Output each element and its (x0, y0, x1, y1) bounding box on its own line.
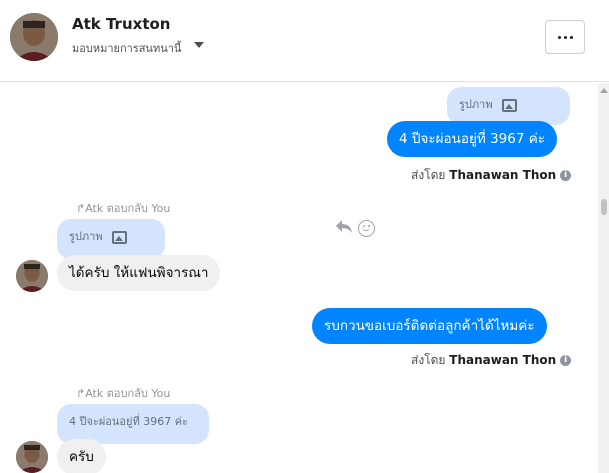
image-icon (112, 230, 128, 244)
dot-icon (563, 35, 567, 39)
incoming-message[interactable]: ได้ครับ ให้แฟนพิจารณา (57, 255, 221, 291)
reply-indicator-text: Atk ตอบกลับ You (85, 202, 171, 215)
dot-icon (569, 35, 573, 39)
reply-indicator-text: Atk ตอบกลับ You (85, 387, 171, 400)
sent-by-label: ส่งโดย Thanawan Thon i (411, 351, 572, 370)
reply-icon[interactable] (334, 218, 354, 234)
dot-icon (557, 35, 561, 39)
incoming-message[interactable]: ครับ (57, 439, 106, 473)
reply-indicator: ↱Atk ตอบกลับ You (76, 384, 170, 402)
quoted-message: 4 ปีจะผ่อนอยู่ที่ 3967 ค่ะ (57, 404, 209, 444)
assign-conversation-link[interactable]: มอบหมายการสนทนานี้ (72, 39, 181, 57)
chevron-down-icon[interactable] (194, 42, 204, 48)
quoted-text: รูปภาพ (69, 230, 103, 243)
sender-name: Thanawan Thon (449, 168, 557, 182)
message-thread: รูปภาพ 4 ปีจะผ่อนอยู่ที่ 3967 ค่ะ ส่งโดย… (0, 83, 598, 473)
more-options-button[interactable] (545, 20, 585, 54)
sender-name: Thanawan Thon (449, 353, 557, 367)
scroll-up-icon[interactable] (600, 88, 608, 93)
scrollbar-thumb[interactable] (601, 199, 607, 215)
reply-arrow-icon: ↱ (76, 202, 86, 215)
sent-by-prefix: ส่งโดย (411, 168, 446, 182)
info-icon[interactable]: i (560, 170, 572, 181)
info-icon[interactable]: i (560, 355, 572, 366)
outgoing-message[interactable]: รบกวนขอเบอร์ติดต่อลูกค้าได้ไหมค่ะ (312, 308, 547, 344)
quoted-message: รูปภาพ (57, 219, 165, 259)
scrollbar[interactable] (598, 83, 609, 473)
image-icon (502, 98, 518, 112)
sent-by-prefix: ส่งโดย (411, 353, 446, 367)
sent-by-label: ส่งโดย Thanawan Thon i (411, 166, 572, 185)
conversation-header: Atk Truxton มอบหมายการสนทนานี้ (0, 0, 609, 82)
avatar[interactable] (16, 441, 48, 473)
emoji-react-icon[interactable] (358, 220, 375, 237)
quoted-message: รูปภาพ (447, 87, 570, 125)
reply-arrow-icon: ↱ (76, 387, 86, 400)
outgoing-message[interactable]: 4 ปีจะผ่อนอยู่ที่ 3967 ค่ะ (387, 121, 557, 157)
avatar[interactable] (10, 13, 58, 61)
quoted-text: 4 ปีจะผ่อนอยู่ที่ 3967 ค่ะ (69, 415, 188, 428)
quoted-text: รูปภาพ (459, 98, 493, 111)
contact-name[interactable]: Atk Truxton (72, 15, 170, 33)
avatar[interactable] (16, 260, 48, 292)
reply-indicator: ↱Atk ตอบกลับ You (76, 199, 170, 217)
